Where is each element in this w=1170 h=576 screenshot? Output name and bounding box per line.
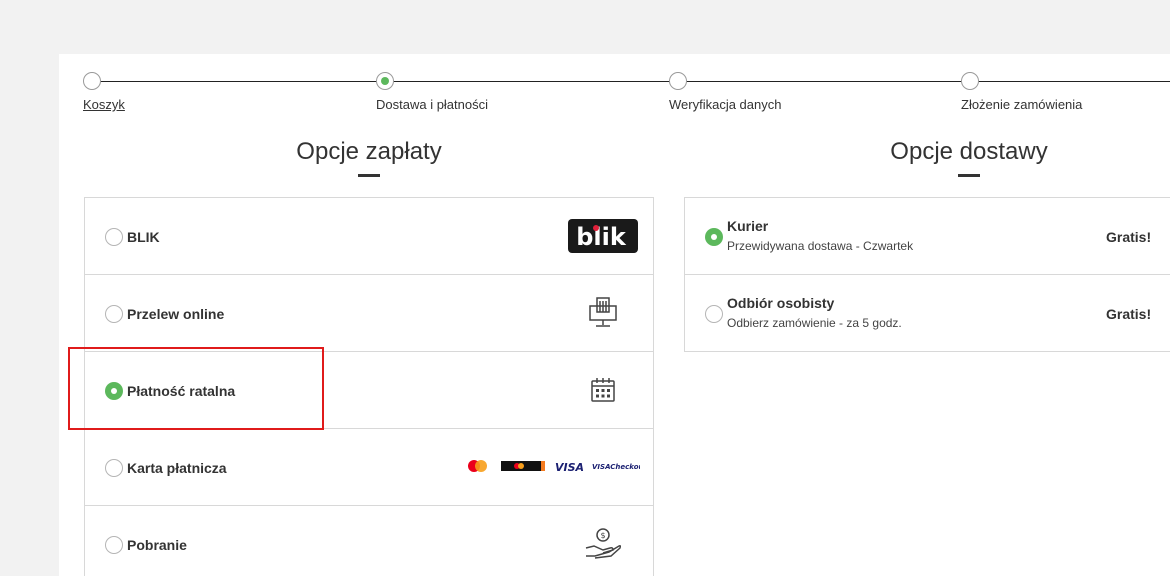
svg-text:$: $ [600, 531, 605, 540]
payment-radio-card[interactable] [105, 459, 123, 477]
payment-radio-cod[interactable] [105, 536, 123, 554]
payment-title-bar [358, 174, 380, 177]
payment-options: BLIK blik Przelew online Płatność rataln… [84, 197, 654, 576]
delivery-price-courier: Gratis! [1106, 229, 1152, 245]
step-delivery-dot [376, 72, 394, 90]
svg-text:VISACheckout: VISACheckout [592, 463, 640, 471]
delivery-label-courier: Kurier [727, 218, 769, 234]
payment-radio-blik[interactable] [105, 228, 123, 246]
payment-option-cod[interactable]: Pobranie $ [85, 506, 653, 576]
delivery-sub-pickup: Odbierz zamówienie - za 5 godz. [727, 316, 902, 330]
payment-label-blik: BLIK [127, 229, 160, 245]
step-order-label: Złożenie zamówienia [961, 97, 1083, 112]
delivery-title: Opcje dostawy [890, 138, 1048, 165]
payment-option-card[interactable]: Karta płatnicza VISA VISACheckout [85, 429, 653, 506]
svg-text:blik: blik [576, 223, 627, 251]
delivery-radio-courier[interactable] [705, 228, 723, 246]
payment-radio-installments[interactable] [105, 382, 123, 400]
cash-hand-icon: $ [583, 526, 623, 565]
payment-label-cod: Pobranie [127, 537, 187, 553]
payment-title: Opcje zapłaty [296, 138, 442, 165]
delivery-title-bar [958, 174, 980, 177]
payment-option-blik[interactable]: BLIK blik [85, 198, 653, 275]
delivery-options: Kurier Przewidywana dostawa - Czwartek G… [684, 197, 1170, 352]
step-cart-label[interactable]: Koszyk [83, 97, 125, 112]
step-verification-label: Weryfikacja danych [669, 97, 782, 112]
step-verification-dot [669, 72, 687, 90]
payment-option-transfer[interactable]: Przelew online [85, 275, 653, 352]
progress-line [93, 81, 1170, 82]
delivery-label-pickup: Odbiór osobisty [727, 295, 835, 311]
checkout-panel: Koszyk Dostawa i płatności Weryfikacja d… [59, 54, 1170, 576]
card-brands-icon: VISA VISACheckout [465, 457, 647, 482]
step-delivery-label: Dostawa i płatności [376, 97, 488, 112]
payment-radio-transfer[interactable] [105, 305, 123, 323]
step-order-dot [961, 72, 979, 90]
payment-label-installments: Płatność ratalna [127, 383, 236, 399]
delivery-sub-courier: Przewidywana dostawa - Czwartek [727, 239, 914, 253]
delivery-option-courier[interactable]: Kurier Przewidywana dostawa - Czwartek G… [685, 198, 1170, 275]
step-cart-dot [83, 72, 101, 90]
calendar-icon [590, 377, 616, 408]
delivery-option-pickup[interactable]: Odbiór osobisty Odbierz zamówienie - za … [685, 275, 1170, 352]
payment-label-card: Karta płatnicza [127, 460, 227, 476]
payment-label-transfer: Przelew online [127, 306, 225, 322]
blik-logo-icon: blik [568, 219, 638, 258]
delivery-price-pickup: Gratis! [1106, 306, 1152, 322]
svg-text:VISA: VISA [555, 461, 584, 474]
payment-option-installments[interactable]: Płatność ratalna [85, 352, 653, 429]
bank-icon [588, 296, 618, 335]
delivery-radio-pickup[interactable] [705, 305, 723, 323]
